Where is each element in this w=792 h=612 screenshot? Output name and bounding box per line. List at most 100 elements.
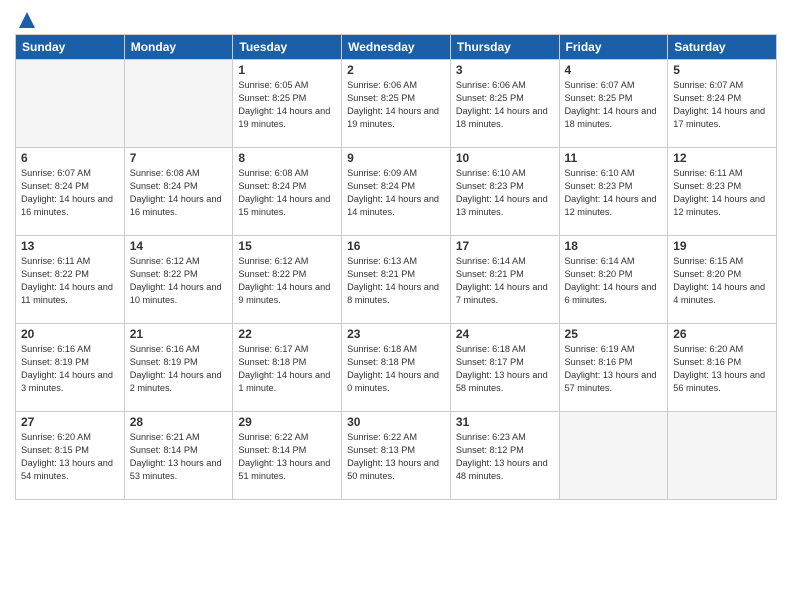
day-info: Sunrise: 6:13 AM Sunset: 8:21 PM Dayligh…	[347, 255, 445, 307]
calendar-cell: 7 Sunrise: 6:08 AM Sunset: 8:24 PM Daylig…	[124, 148, 233, 236]
day-number: 10	[456, 151, 554, 165]
calendar-cell: 17 Sunrise: 6:14 AM Sunset: 8:21 PM Dayli…	[450, 236, 559, 324]
day-number: 28	[130, 415, 228, 429]
calendar-cell: 12 Sunrise: 6:11 AM Sunset: 8:23 PM Dayli…	[668, 148, 777, 236]
day-number: 23	[347, 327, 445, 341]
calendar-cell: 14 Sunrise: 6:12 AM Sunset: 8:22 PM Dayli…	[124, 236, 233, 324]
day-number: 5	[673, 63, 771, 77]
day-header-tuesday: Tuesday	[233, 35, 342, 60]
day-number: 2	[347, 63, 445, 77]
day-number: 26	[673, 327, 771, 341]
day-info: Sunrise: 6:14 AM Sunset: 8:21 PM Dayligh…	[456, 255, 554, 307]
day-info: Sunrise: 6:10 AM Sunset: 8:23 PM Dayligh…	[456, 167, 554, 219]
day-number: 15	[238, 239, 336, 253]
calendar-cell: 31 Sunrise: 6:23 AM Sunset: 8:12 PM Dayli…	[450, 412, 559, 500]
calendar-cell: 25 Sunrise: 6:19 AM Sunset: 8:16 PM Dayli…	[559, 324, 668, 412]
day-info: Sunrise: 6:18 AM Sunset: 8:17 PM Dayligh…	[456, 343, 554, 395]
day-number: 31	[456, 415, 554, 429]
calendar-cell: 29 Sunrise: 6:22 AM Sunset: 8:14 PM Dayli…	[233, 412, 342, 500]
day-info: Sunrise: 6:08 AM Sunset: 8:24 PM Dayligh…	[130, 167, 228, 219]
calendar-cell: 22Sunrise: 6:17 AM Sunset: 8:18 PM Dayli…	[233, 324, 342, 412]
calendar-cell: 8 Sunrise: 6:08 AM Sunset: 8:24 PM Daylig…	[233, 148, 342, 236]
calendar-cell: 4 Sunrise: 6:07 AM Sunset: 8:25 PM Daylig…	[559, 60, 668, 148]
logo-icon	[17, 10, 37, 30]
calendar-cell: 26 Sunrise: 6:20 AM Sunset: 8:16 PM Dayli…	[668, 324, 777, 412]
day-info: Sunrise: 6:16 AM Sunset: 8:19 PM Dayligh…	[21, 343, 119, 395]
day-header-thursday: Thursday	[450, 35, 559, 60]
calendar-cell: 19 Sunrise: 6:15 AM Sunset: 8:20 PM Dayli…	[668, 236, 777, 324]
calendar-cell: 16Sunrise: 6:13 AM Sunset: 8:21 PM Dayli…	[342, 236, 451, 324]
day-number: 18	[565, 239, 663, 253]
calendar-cell: 15 Sunrise: 6:12 AM Sunset: 8:22 PM Dayli…	[233, 236, 342, 324]
day-number: 8	[238, 151, 336, 165]
day-info: Sunrise: 6:19 AM Sunset: 8:16 PM Dayligh…	[565, 343, 663, 395]
calendar-cell	[124, 60, 233, 148]
day-info: Sunrise: 6:12 AM Sunset: 8:22 PM Dayligh…	[130, 255, 228, 307]
day-info: Sunrise: 6:23 AM Sunset: 8:12 PM Dayligh…	[456, 431, 554, 483]
calendar-cell: 23 Sunrise: 6:18 AM Sunset: 8:18 PM Dayli…	[342, 324, 451, 412]
day-info: Sunrise: 6:11 AM Sunset: 8:22 PM Dayligh…	[21, 255, 119, 307]
calendar-cell: 30 Sunrise: 6:22 AM Sunset: 8:13 PM Dayli…	[342, 412, 451, 500]
calendar-cell: 5 Sunrise: 6:07 AM Sunset: 8:24 PM Daylig…	[668, 60, 777, 148]
day-header-monday: Monday	[124, 35, 233, 60]
day-info: Sunrise: 6:20 AM Sunset: 8:16 PM Dayligh…	[673, 343, 771, 395]
calendar-cell: 13 Sunrise: 6:11 AM Sunset: 8:22 PM Dayli…	[16, 236, 125, 324]
day-number: 7	[130, 151, 228, 165]
calendar-cell	[668, 412, 777, 500]
day-info: Sunrise: 6:22 AM Sunset: 8:13 PM Dayligh…	[347, 431, 445, 483]
day-info: Sunrise: 6:16 AM Sunset: 8:19 PM Dayligh…	[130, 343, 228, 395]
day-info: Sunrise: 6:20 AM Sunset: 8:15 PM Dayligh…	[21, 431, 119, 483]
calendar-cell	[16, 60, 125, 148]
calendar-cell: 27 Sunrise: 6:20 AM Sunset: 8:15 PM Dayli…	[16, 412, 125, 500]
day-header-sunday: Sunday	[16, 35, 125, 60]
day-number: 20	[21, 327, 119, 341]
calendar-table: SundayMondayTuesdayWednesdayThursdayFrid…	[15, 34, 777, 500]
calendar-cell	[559, 412, 668, 500]
calendar-cell: 6 Sunrise: 6:07 AM Sunset: 8:24 PM Daylig…	[16, 148, 125, 236]
calendar-cell: 21 Sunrise: 6:16 AM Sunset: 8:19 PM Dayli…	[124, 324, 233, 412]
calendar-cell: 9Sunrise: 6:09 AM Sunset: 8:24 PM Daylig…	[342, 148, 451, 236]
day-number: 12	[673, 151, 771, 165]
day-header-friday: Friday	[559, 35, 668, 60]
day-header-saturday: Saturday	[668, 35, 777, 60]
day-number: 9	[347, 151, 445, 165]
day-number: 1	[238, 63, 336, 77]
day-info: Sunrise: 6:12 AM Sunset: 8:22 PM Dayligh…	[238, 255, 336, 307]
day-info: Sunrise: 6:07 AM Sunset: 8:24 PM Dayligh…	[21, 167, 119, 219]
day-number: 27	[21, 415, 119, 429]
day-info: Sunrise: 6:06 AM Sunset: 8:25 PM Dayligh…	[347, 79, 445, 131]
logo	[15, 10, 37, 26]
calendar-cell: 24 Sunrise: 6:18 AM Sunset: 8:17 PM Dayli…	[450, 324, 559, 412]
day-number: 22	[238, 327, 336, 341]
day-number: 21	[130, 327, 228, 341]
day-info: Sunrise: 6:07 AM Sunset: 8:25 PM Dayligh…	[565, 79, 663, 131]
day-info: Sunrise: 6:18 AM Sunset: 8:18 PM Dayligh…	[347, 343, 445, 395]
day-number: 4	[565, 63, 663, 77]
day-number: 6	[21, 151, 119, 165]
day-number: 30	[347, 415, 445, 429]
day-number: 17	[456, 239, 554, 253]
page-header	[15, 10, 777, 26]
day-info: Sunrise: 6:21 AM Sunset: 8:14 PM Dayligh…	[130, 431, 228, 483]
day-info: Sunrise: 6:05 AM Sunset: 8:25 PM Dayligh…	[238, 79, 336, 131]
day-number: 24	[456, 327, 554, 341]
day-number: 3	[456, 63, 554, 77]
calendar-cell: 1 Sunrise: 6:05 AM Sunset: 8:25 PM Daylig…	[233, 60, 342, 148]
day-info: Sunrise: 6:22 AM Sunset: 8:14 PM Dayligh…	[238, 431, 336, 483]
day-number: 14	[130, 239, 228, 253]
day-info: Sunrise: 6:08 AM Sunset: 8:24 PM Dayligh…	[238, 167, 336, 219]
day-info: Sunrise: 6:06 AM Sunset: 8:25 PM Dayligh…	[456, 79, 554, 131]
day-info: Sunrise: 6:14 AM Sunset: 8:20 PM Dayligh…	[565, 255, 663, 307]
calendar-cell: 3 Sunrise: 6:06 AM Sunset: 8:25 PM Daylig…	[450, 60, 559, 148]
day-info: Sunrise: 6:10 AM Sunset: 8:23 PM Dayligh…	[565, 167, 663, 219]
calendar-cell: 28 Sunrise: 6:21 AM Sunset: 8:14 PM Dayli…	[124, 412, 233, 500]
day-number: 25	[565, 327, 663, 341]
calendar-cell: 10 Sunrise: 6:10 AM Sunset: 8:23 PM Dayli…	[450, 148, 559, 236]
day-number: 29	[238, 415, 336, 429]
day-info: Sunrise: 6:11 AM Sunset: 8:23 PM Dayligh…	[673, 167, 771, 219]
day-info: Sunrise: 6:15 AM Sunset: 8:20 PM Dayligh…	[673, 255, 771, 307]
calendar-cell: 11Sunrise: 6:10 AM Sunset: 8:23 PM Dayli…	[559, 148, 668, 236]
day-number: 13	[21, 239, 119, 253]
day-number: 19	[673, 239, 771, 253]
day-info: Sunrise: 6:07 AM Sunset: 8:24 PM Dayligh…	[673, 79, 771, 131]
